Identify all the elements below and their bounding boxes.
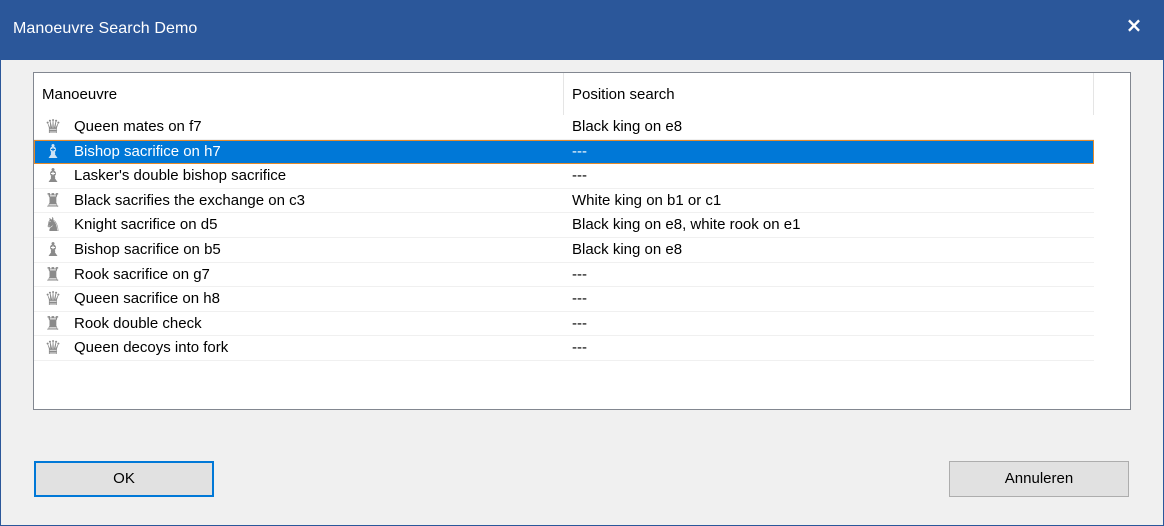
bishop-icon: ♝ bbox=[44, 238, 62, 261]
rook-icon: ♜ bbox=[44, 189, 62, 212]
position-search-value: Black king on e8 bbox=[572, 240, 683, 258]
list-item[interactable]: ♜ Rook double check --- bbox=[34, 312, 1094, 337]
queen-icon: ♛ bbox=[44, 288, 62, 311]
manoeuvre-list[interactable]: Manoeuvre Position search ♛ Queen mates o… bbox=[33, 72, 1131, 410]
manoeuvre-name: Bishop sacrifice on h7 bbox=[74, 142, 221, 160]
position-search-value: --- bbox=[572, 314, 587, 332]
list-item[interactable]: ♝ Lasker's double bishop sacrifice --- bbox=[34, 164, 1094, 189]
close-icon[interactable]: × bbox=[1123, 14, 1145, 36]
rook-icon: ♜ bbox=[44, 312, 62, 335]
title-bar[interactable]: Manoeuvre Search Demo × bbox=[1, 0, 1164, 60]
manoeuvre-name: Rook sacrifice on g7 bbox=[74, 265, 210, 283]
position-search-value: Black king on e8 bbox=[572, 118, 683, 135]
position-search-value: Black king on e8, white rook on e1 bbox=[572, 216, 801, 234]
list-rows: ♛ Queen mates on f7 Black king on e8 ♝ Bisho… bbox=[34, 115, 1094, 361]
knight-icon: ♞ bbox=[44, 214, 62, 237]
list-item[interactable]: ♜ Rook sacrifice on g7 --- bbox=[34, 263, 1094, 288]
position-search-value: White king on b1 or c1 bbox=[572, 191, 722, 209]
manoeuvre-name: Knight sacrifice on d5 bbox=[74, 216, 218, 234]
list-header: Manoeuvre Position search bbox=[34, 73, 1130, 115]
list-item[interactable]: ♝ Bishop sacrifice on h7 --- bbox=[34, 139, 1094, 165]
list-item[interactable]: ♛ Queen decoys into fork --- bbox=[34, 336, 1094, 361]
manoeuvre-name: Queen mates on f7 bbox=[74, 118, 202, 135]
ok-button[interactable]: OK bbox=[34, 461, 214, 497]
list-item[interactable]: ♞ Knight sacrifice on d5 Black king on e8,… bbox=[34, 213, 1094, 238]
manoeuvre-name: Rook double check bbox=[74, 314, 202, 332]
list-item[interactable]: ♜ Black sacrifies the exchange on c3 White… bbox=[34, 189, 1094, 214]
bishop-icon: ♝ bbox=[44, 140, 62, 163]
list-item[interactable]: ♝ Bishop sacrifice on b5 Black king on e8 bbox=[34, 238, 1094, 263]
manoeuvre-name: Queen sacrifice on h8 bbox=[74, 290, 220, 308]
position-search-value: --- bbox=[572, 167, 587, 185]
position-search-value: --- bbox=[572, 290, 587, 308]
manoeuvre-name: Black sacrifies the exchange on c3 bbox=[74, 191, 305, 209]
position-search-value: --- bbox=[572, 265, 587, 283]
window-title: Manoeuvre Search Demo bbox=[13, 20, 198, 37]
manoeuvre-name: Bishop sacrifice on b5 bbox=[74, 240, 221, 258]
column-header-position-search[interactable]: Position search bbox=[564, 73, 1094, 115]
queen-icon: ♛ bbox=[44, 337, 62, 360]
manoeuvre-name: Lasker's double bishop sacrifice bbox=[74, 167, 287, 185]
position-search-value: --- bbox=[572, 142, 587, 160]
rook-icon: ♜ bbox=[44, 263, 62, 286]
cancel-button[interactable]: Annuleren bbox=[949, 461, 1129, 497]
manoeuvre-name: Queen decoys into fork bbox=[74, 339, 229, 357]
position-search-value: --- bbox=[572, 339, 587, 357]
column-header-manoeuvre[interactable]: Manoeuvre bbox=[34, 73, 564, 115]
bishop-icon: ♝ bbox=[44, 165, 62, 188]
list-item[interactable]: ♛ Queen mates on f7 Black king on e8 bbox=[34, 115, 1094, 140]
dialog-window: Manoeuvre Search Demo × Manoeuvre Positi… bbox=[0, 0, 1164, 526]
list-item[interactable]: ♛ Queen sacrifice on h8 --- bbox=[34, 287, 1094, 312]
queen-icon: ♛ bbox=[44, 116, 62, 138]
